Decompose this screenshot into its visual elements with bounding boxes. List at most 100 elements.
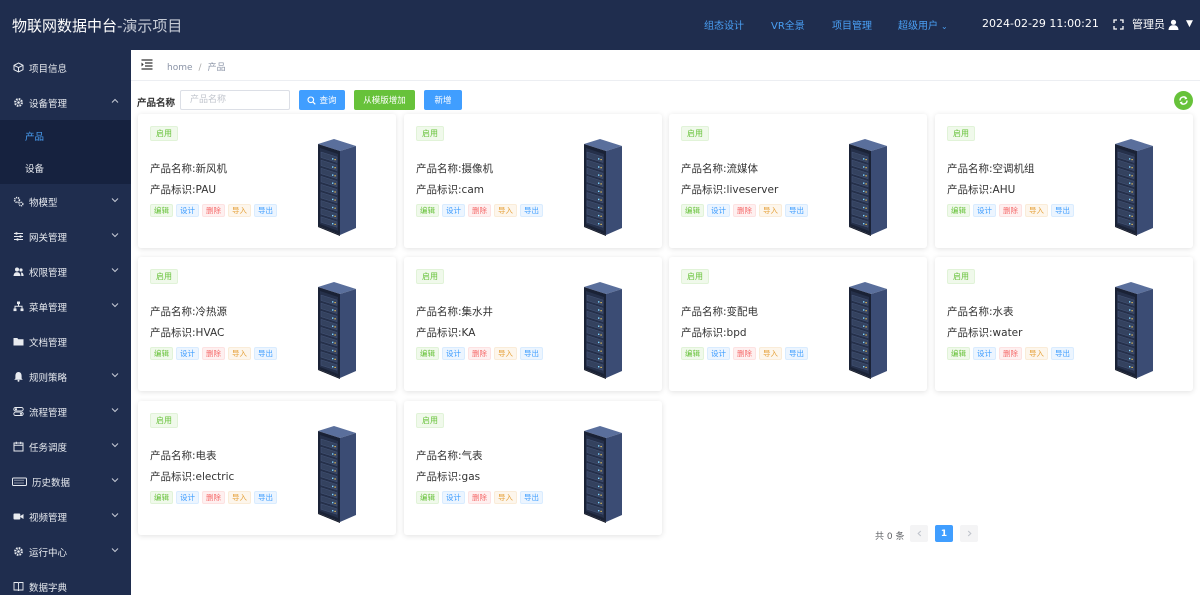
top-header: 物联网数据中台-演示项目 组态设计 VR全景 项目管理 超级用户 ⌄ 2024-0… [0, 0, 1200, 50]
product-name-input[interactable] [180, 90, 290, 110]
admin-menu[interactable]: 管理员 ▼ [1113, 16, 1193, 32]
sidebar-item-video[interactable]: 视频管理 [0, 499, 131, 534]
sidebar-item-dictionary[interactable]: 数据字典 [0, 569, 131, 595]
delete-button[interactable]: 删除 [468, 491, 491, 504]
sidebar-item-gateway[interactable]: 网关管理 [0, 219, 131, 254]
import-button[interactable]: 导入 [759, 204, 782, 217]
sidebar-item-permission[interactable]: 权限管理 [0, 254, 131, 289]
product-card[interactable]: 启用 产品名称:电表 产品标识:electric 编辑 设计 删除 导入 导出 [138, 401, 396, 535]
breadcrumb-home[interactable]: home [167, 63, 193, 73]
export-button[interactable]: 导出 [1051, 204, 1074, 217]
toggle-icon [12, 406, 24, 418]
edit-button[interactable]: 编辑 [416, 347, 439, 360]
product-id-value: cam [461, 184, 484, 196]
edit-button[interactable]: 编辑 [416, 204, 439, 217]
delete-button[interactable]: 删除 [202, 204, 225, 217]
pagination-prev-button[interactable] [910, 525, 928, 542]
edit-button[interactable]: 编辑 [681, 347, 704, 360]
sidebar-item-thing-model[interactable]: 物模型 [0, 184, 131, 219]
query-button[interactable]: 查询 [299, 90, 345, 110]
edit-button[interactable]: 编辑 [947, 204, 970, 217]
delete-button[interactable]: 删除 [468, 347, 491, 360]
delete-button[interactable]: 删除 [202, 347, 225, 360]
design-button[interactable]: 设计 [442, 347, 465, 360]
add-button[interactable]: 新增 [424, 90, 462, 110]
export-button[interactable]: 导出 [254, 204, 277, 217]
sidebar-item-tasks[interactable]: 任务调度 [0, 429, 131, 464]
import-button[interactable]: 导入 [228, 491, 251, 504]
sidebar-item-rules[interactable]: 规则策略 [0, 359, 131, 394]
topnav-designer[interactable]: 组态设计 [704, 17, 744, 32]
edit-button[interactable]: 编辑 [416, 491, 439, 504]
product-card[interactable]: 启用 产品名称:变配电 产品标识:bpd 编辑 设计 删除 导入 导出 [669, 257, 927, 391]
delete-button[interactable]: 删除 [733, 204, 756, 217]
sidebar-item-project-info[interactable]: 项目信息 [0, 50, 131, 85]
import-button[interactable]: 导入 [494, 204, 517, 217]
sidebar-item-docs[interactable]: 文档管理 [0, 324, 131, 359]
design-button[interactable]: 设计 [176, 204, 199, 217]
product-card[interactable]: 启用 产品名称:气表 产品标识:gas 编辑 设计 删除 导入 导出 [404, 401, 662, 535]
design-button[interactable]: 设计 [707, 204, 730, 217]
sidebar-subitem-product[interactable]: 产品 [0, 120, 131, 152]
design-button[interactable]: 设计 [707, 347, 730, 360]
import-button[interactable]: 导入 [759, 347, 782, 360]
design-button[interactable]: 设计 [973, 347, 996, 360]
export-button[interactable]: 导出 [520, 204, 543, 217]
import-button[interactable]: 导入 [494, 347, 517, 360]
export-button[interactable]: 导出 [254, 491, 277, 504]
import-button[interactable]: 导入 [1025, 204, 1048, 217]
product-card[interactable]: 启用 产品名称:集水井 产品标识:KA 编辑 设计 删除 导入 导出 [404, 257, 662, 391]
delete-button[interactable]: 删除 [999, 347, 1022, 360]
topnav-project[interactable]: 项目管理 [832, 17, 872, 32]
product-card[interactable]: 启用 产品名称:冷热源 产品标识:HVAC 编辑 设计 删除 导入 导出 [138, 257, 396, 391]
import-button[interactable]: 导入 [494, 491, 517, 504]
edit-button[interactable]: 编辑 [150, 204, 173, 217]
pagination-next-button[interactable] [960, 525, 978, 542]
edit-button[interactable]: 编辑 [150, 347, 173, 360]
delete-button[interactable]: 删除 [733, 347, 756, 360]
edit-button[interactable]: 编辑 [947, 347, 970, 360]
export-button[interactable]: 导出 [254, 347, 277, 360]
refresh-button[interactable] [1174, 91, 1193, 110]
export-button[interactable]: 导出 [520, 491, 543, 504]
design-button[interactable]: 设计 [176, 491, 199, 504]
gears-icon [12, 196, 24, 208]
design-button[interactable]: 设计 [973, 204, 996, 217]
product-id-value: HVAC [195, 327, 225, 339]
pagination-page-current[interactable]: 1 [935, 525, 953, 542]
import-button[interactable]: 导入 [228, 204, 251, 217]
product-card[interactable]: 启用 产品名称:空调机组 产品标识:AHU 编辑 设计 删除 导入 导出 [935, 114, 1193, 248]
import-button[interactable]: 导入 [1025, 347, 1048, 360]
breadcrumb-bar: home / 产品 [131, 50, 1200, 81]
design-button[interactable]: 设计 [176, 347, 199, 360]
product-card[interactable]: 启用 产品名称:水表 产品标识:water 编辑 设计 删除 导入 导出 [935, 257, 1193, 391]
design-button[interactable]: 设计 [442, 204, 465, 217]
fullscreen-icon[interactable] [1113, 18, 1124, 30]
export-button[interactable]: 导出 [785, 347, 808, 360]
topnav-super-user[interactable]: 超级用户 ⌄ [898, 17, 948, 32]
design-button[interactable]: 设计 [442, 491, 465, 504]
delete-button[interactable]: 删除 [468, 204, 491, 217]
sidebar-item-menu[interactable]: 菜单管理 [0, 289, 131, 324]
export-button[interactable]: 导出 [520, 347, 543, 360]
gear-icon [12, 97, 24, 109]
edit-button[interactable]: 编辑 [681, 204, 704, 217]
sidebar-item-operations[interactable]: 运行中心 [0, 534, 131, 569]
export-button[interactable]: 导出 [785, 204, 808, 217]
delete-button[interactable]: 删除 [202, 491, 225, 504]
sidebar-subitem-device[interactable]: 设备 [0, 152, 131, 184]
product-card[interactable]: 启用 产品名称:流媒体 产品标识:liveserver 编辑 设计 删除 导入 导出 [669, 114, 927, 248]
add-from-template-button[interactable]: 从模版增加 [354, 90, 415, 110]
export-button[interactable]: 导出 [1051, 347, 1074, 360]
edit-button[interactable]: 编辑 [150, 491, 173, 504]
delete-button[interactable]: 删除 [999, 204, 1022, 217]
sidebar-item-label: 规则策略 [29, 372, 68, 384]
product-card[interactable]: 启用 产品名称:摄像机 产品标识:cam 编辑 设计 删除 导入 导出 [404, 114, 662, 248]
product-card[interactable]: 启用 产品名称:新风机 产品标识:PAU 编辑 设计 删除 导入 导出 [138, 114, 396, 248]
sidebar-item-process[interactable]: 流程管理 [0, 394, 131, 429]
topnav-vr[interactable]: VR全景 [771, 17, 805, 32]
sidebar-item-history[interactable]: 历史数据 [0, 464, 131, 499]
sidebar-item-device-management[interactable]: 设备管理 [0, 85, 131, 120]
import-button[interactable]: 导入 [228, 347, 251, 360]
menu-toggle-icon[interactable] [141, 59, 153, 70]
